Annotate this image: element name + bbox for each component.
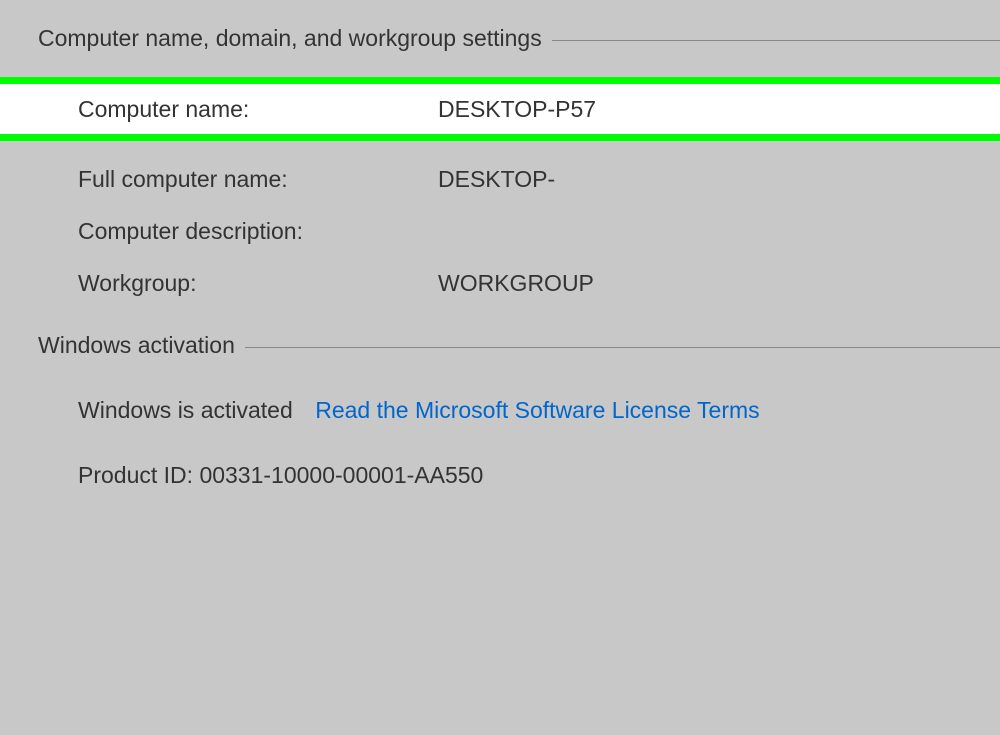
computer-description-label: Computer description: [78, 218, 438, 245]
full-computer-name-row: Full computer name: DESKTOP- [0, 166, 1000, 193]
product-id-value: 00331-10000-00001-AA550 [199, 462, 483, 488]
workgroup-label: Workgroup: [78, 270, 438, 297]
license-terms-link[interactable]: Read the Microsoft Software License Term… [315, 397, 759, 423]
full-computer-name-value: DESKTOP- [438, 166, 555, 193]
computer-name-row: Computer name: DESKTOP-P57 [0, 84, 1000, 134]
product-id-label: Product ID: [78, 462, 199, 488]
workgroup-row: Workgroup: WORKGROUP [0, 270, 1000, 297]
computer-name-value: DESKTOP-P57 [438, 96, 596, 123]
full-computer-name-label: Full computer name: [78, 166, 438, 193]
computer-name-label: Computer name: [78, 96, 438, 123]
computer-description-row: Computer description: [0, 218, 1000, 245]
workgroup-value: WORKGROUP [438, 270, 594, 297]
section-divider [245, 347, 1000, 348]
computer-name-highlight: Computer name: DESKTOP-P57 [0, 77, 1000, 141]
product-id-row: Product ID: 00331-10000-00001-AA550 [0, 462, 1000, 489]
activation-status-text: Windows is activated [78, 397, 293, 423]
computer-settings-title: Computer name, domain, and workgroup set… [38, 25, 552, 52]
section-divider [552, 40, 1000, 41]
activation-section-header: Windows activation [0, 332, 1000, 359]
activation-title: Windows activation [38, 332, 245, 359]
computer-settings-section-header: Computer name, domain, and workgroup set… [0, 25, 1000, 52]
activation-status-row: Windows is activated Read the Microsoft … [0, 397, 1000, 424]
